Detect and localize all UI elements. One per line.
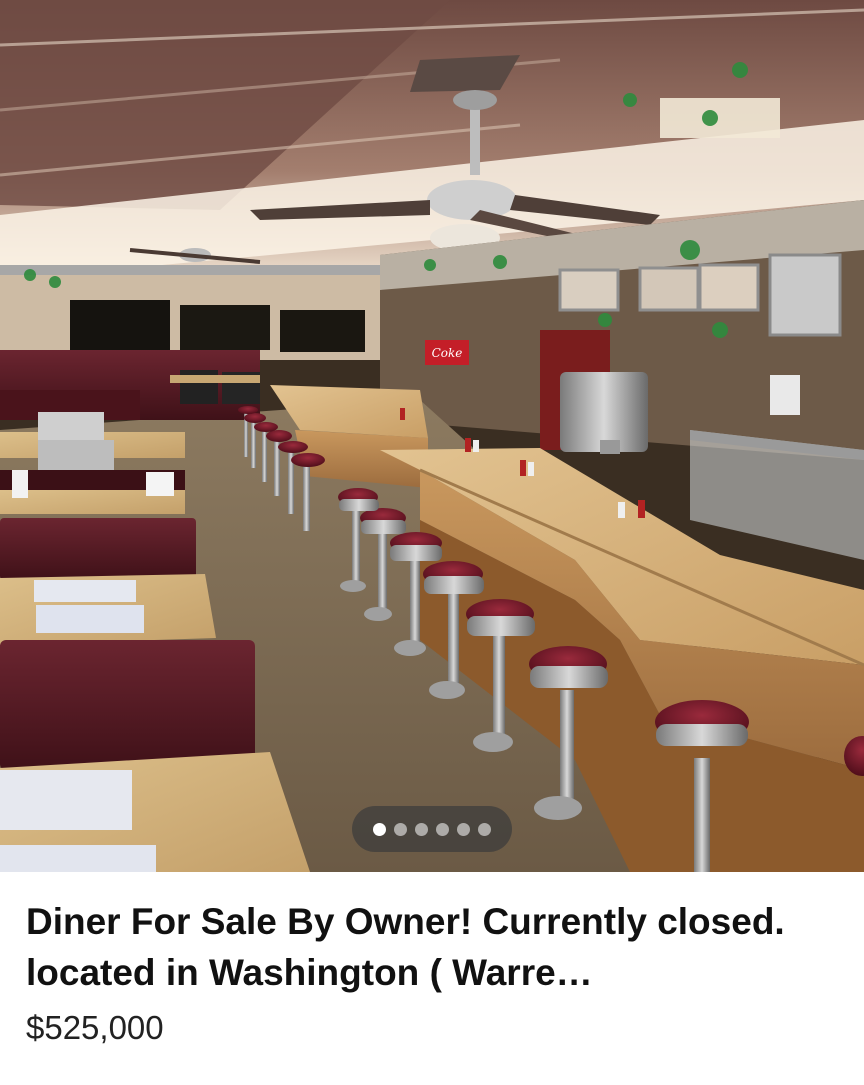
marketplace-listing: Coke Diner For Sale By Owner! Currently … <box>0 0 864 1085</box>
carousel-dot-5[interactable] <box>457 822 470 836</box>
carousel-dot-2[interactable] <box>394 822 407 836</box>
carousel-dot-6[interactable] <box>478 822 491 836</box>
listing-price: $525,000 <box>26 1009 164 1046</box>
carousel-dot-1[interactable] <box>373 822 386 836</box>
photo-carousel-indicator[interactable] <box>352 806 512 852</box>
listing-title[interactable]: Diner For Sale By Owner! Currently close… <box>26 896 846 998</box>
listing-photo[interactable]: Coke <box>0 0 864 872</box>
carousel-dot-4[interactable] <box>436 822 449 836</box>
diner-interior-image: Coke <box>0 0 864 872</box>
coke-sign: Coke <box>425 340 469 365</box>
svg-text:Coke: Coke <box>432 346 463 360</box>
listing-info: Diner For Sale By Owner! Currently close… <box>26 896 846 1048</box>
carousel-dot-3[interactable] <box>415 822 428 836</box>
